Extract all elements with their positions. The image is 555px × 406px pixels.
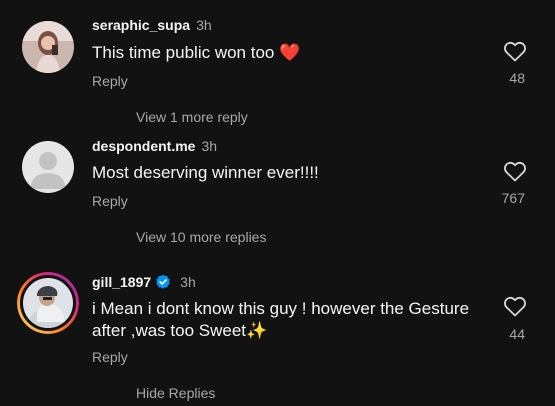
reply-button[interactable]: Reply (92, 349, 128, 365)
comment-item: gill_1897 3h i Mean i dont know this guy… (0, 0, 555, 406)
timestamp: 3h (180, 274, 196, 290)
heart-outline-icon[interactable] (503, 295, 527, 317)
avatar[interactable] (17, 272, 79, 334)
comment-text: i Mean i dont know this guy ! however th… (92, 299, 470, 340)
story-ring-avatar (17, 272, 79, 334)
comment-meta: gill_1897 3h (92, 274, 196, 290)
verified-badge-icon (156, 274, 170, 289)
username[interactable]: gill_1897 (92, 274, 151, 290)
like-count: 44 (509, 326, 525, 342)
hide-replies-link[interactable]: Hide Replies (136, 385, 215, 401)
